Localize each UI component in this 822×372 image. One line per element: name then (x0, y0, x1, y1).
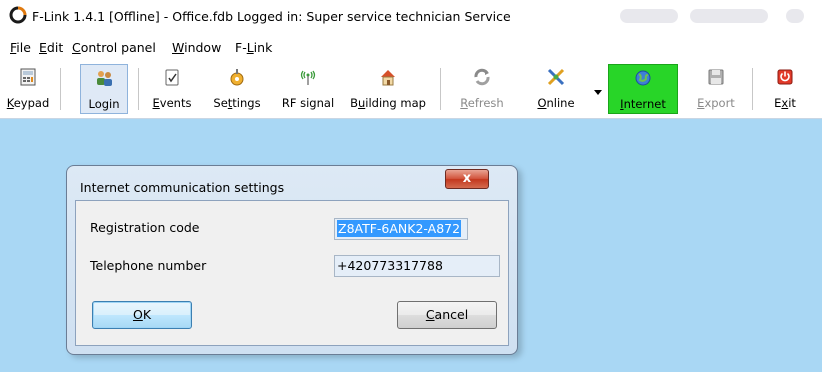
rf-signal-button[interactable]: RF signal (274, 64, 342, 114)
menu-edit[interactable]: Edit (39, 40, 63, 55)
dialog-content: Registration code Z8ATF-6ANK2-A872 Telep… (75, 200, 509, 346)
toolbar-separator (752, 68, 753, 110)
menu-file[interactable]: File (10, 40, 31, 55)
menu-control-panel[interactable]: Control panel (72, 40, 156, 55)
window-title: F-Link 1.4.1 [Offline] - Office.fdb Logg… (32, 9, 511, 24)
toolbar: Keypad Login Events Settings RF signal B… (0, 60, 822, 119)
events-icon (165, 69, 179, 86)
telephone-number-field[interactable]: +420773317788 (334, 255, 500, 277)
menu-f-link[interactable]: F-Link (235, 40, 272, 55)
login-button[interactable]: Login (80, 64, 128, 114)
online-icon (547, 68, 565, 86)
title-bar: F-Link 1.4.1 [Offline] - Office.fdb Logg… (0, 0, 822, 34)
keypad-button[interactable]: Keypad (6, 64, 50, 114)
toolbar-separator (60, 68, 61, 110)
refresh-icon (474, 68, 490, 86)
building-map-icon (381, 70, 395, 86)
blurred-title-region (690, 9, 768, 23)
blurred-title-region (620, 9, 678, 23)
ok-button[interactable]: OK (92, 301, 192, 329)
telephone-number-value: +420773317788 (337, 258, 443, 273)
keypad-icon (20, 68, 36, 86)
menu-window[interactable]: Window (172, 40, 221, 55)
app-logo-icon (9, 6, 27, 24)
online-dropdown-arrow-icon[interactable] (594, 90, 602, 95)
export-button[interactable]: Export (688, 64, 744, 114)
exit-button[interactable]: Exit (762, 64, 808, 114)
close-icon: x (462, 171, 472, 186)
online-button[interactable]: Online (528, 64, 584, 114)
exit-icon (777, 69, 793, 85)
settings-icon (230, 69, 244, 86)
refresh-button[interactable]: Refresh (452, 64, 512, 114)
cancel-button[interactable]: Cancel (397, 301, 497, 329)
internet-icon (635, 70, 651, 86)
rf-signal-icon (300, 70, 316, 85)
close-button[interactable]: x (445, 169, 489, 189)
blurred-title-region (786, 9, 804, 23)
registration-code-label: Registration code (90, 220, 200, 235)
toolbar-separator (440, 68, 441, 110)
internet-button[interactable]: Internet (608, 64, 678, 114)
internet-settings-dialog: Internet communication settings x Regist… (66, 165, 518, 355)
export-icon (708, 69, 724, 85)
registration-code-value: Z8ATF-6ANK2-A872 (337, 220, 462, 237)
registration-code-field[interactable]: Z8ATF-6ANK2-A872 (334, 218, 468, 240)
login-icon (97, 71, 112, 86)
toolbar-separator (138, 68, 139, 110)
dialog-title: Internet communication settings (80, 180, 285, 195)
telephone-number-label: Telephone number (90, 258, 207, 273)
settings-button[interactable]: Settings (204, 64, 270, 114)
events-button[interactable]: Events (146, 64, 198, 114)
building-map-button[interactable]: Building map (346, 64, 430, 114)
menu-bar: File Edit Control panel Window F-Link (0, 34, 822, 60)
